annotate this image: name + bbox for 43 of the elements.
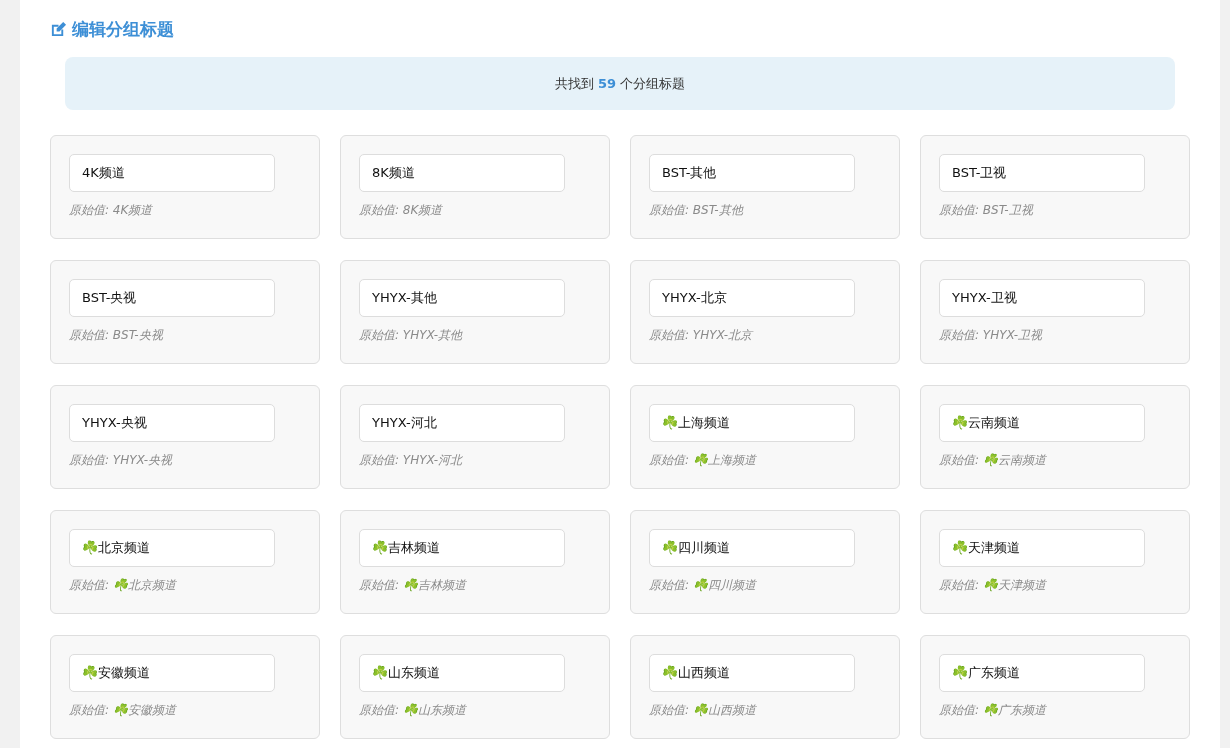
group-title-input[interactable]: YHYX-其他 (359, 279, 565, 317)
section-title: 编辑分组标题 (72, 17, 174, 41)
original-value-text: 原始值: ☘安徽频道 (69, 702, 176, 719)
original-value-text: 原始值: ☘四川频道 (649, 577, 756, 594)
group-title-input[interactable]: ☘山西频道 (649, 654, 855, 692)
group-title-input[interactable]: ☘广东频道 (939, 654, 1145, 692)
original-value-text: 原始值: ☘云南频道 (939, 452, 1046, 469)
group-title-input[interactable]: YHYX-北京 (649, 279, 855, 317)
group-title-input[interactable]: 8K频道 (359, 154, 565, 192)
original-value-text: 原始值: ☘广东频道 (939, 702, 1046, 719)
original-value-text: 原始值: ☘吉林频道 (359, 577, 466, 594)
group-title-input[interactable]: BST-其他 (649, 154, 855, 192)
original-value-text: 原始值: YHYX-其他 (359, 327, 462, 344)
original-value-text: 原始值: ☘山西频道 (649, 702, 756, 719)
group-title-input[interactable]: YHYX-卫视 (939, 279, 1145, 317)
group-title-input[interactable]: ☘北京频道 (69, 529, 275, 567)
group-title-input[interactable]: BST-央视 (69, 279, 275, 317)
original-value-text: 原始值: ☘山东频道 (359, 702, 466, 719)
original-value-text: 原始值: YHYX-卫视 (939, 327, 1042, 344)
edit-icon (50, 20, 67, 38)
original-value-text: 原始值: YHYX-河北 (359, 452, 462, 469)
group-title-input[interactable]: ☘云南频道 (939, 404, 1145, 442)
group-title-input[interactable]: 4K频道 (69, 154, 275, 192)
original-value-text: 原始值: ☘上海频道 (649, 452, 756, 469)
group-title-input[interactable]: ☘吉林频道 (359, 529, 565, 567)
group-title-input[interactable]: ☘山东频道 (359, 654, 565, 692)
group-title-input[interactable]: ☘安徽频道 (69, 654, 275, 692)
group-title-input[interactable]: YHYX-央视 (69, 404, 275, 442)
original-value-text: 原始值: YHYX-央视 (69, 452, 172, 469)
original-value-text: 原始值: 4K频道 (69, 202, 153, 219)
group-title-input[interactable]: ☘天津频道 (939, 529, 1145, 567)
group-title-input[interactable]: ☘四川频道 (649, 529, 855, 567)
original-value-text: 原始值: BST-央视 (69, 327, 163, 344)
original-value-text: 原始值: BST-卫视 (939, 202, 1033, 219)
group-title-input[interactable]: ☘上海频道 (649, 404, 855, 442)
group-title-input[interactable]: YHYX-河北 (359, 404, 565, 442)
original-value-text: 原始值: ☘天津频道 (939, 577, 1046, 594)
summary-text: 共找到 59 个分组标题 (554, 74, 686, 93)
original-value-text: 原始值: 8K频道 (359, 202, 443, 219)
original-value-text: 原始值: ☘北京频道 (69, 577, 176, 594)
original-value-text: 原始值: BST-其他 (649, 202, 743, 219)
original-value-text: 原始值: YHYX-北京 (649, 327, 752, 344)
group-title-input[interactable]: BST-卫视 (939, 154, 1145, 192)
